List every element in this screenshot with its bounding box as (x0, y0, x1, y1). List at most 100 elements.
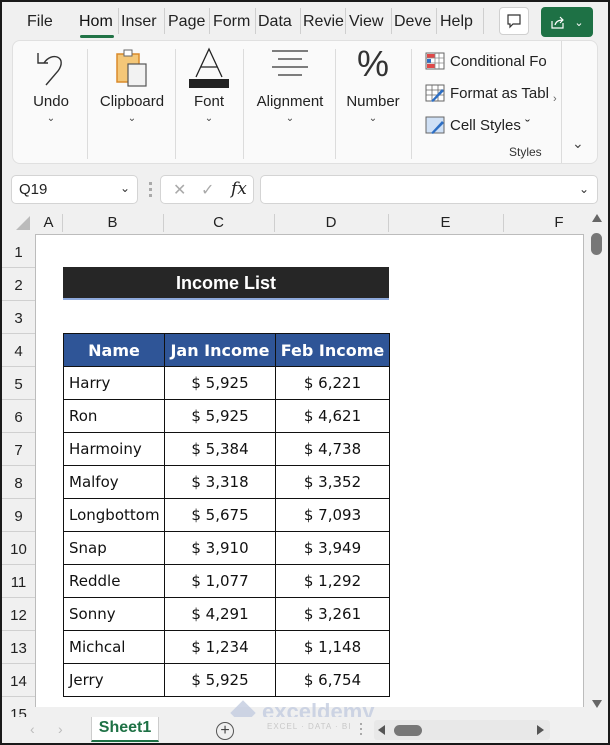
formula-bar-resize-handle[interactable] (149, 182, 152, 198)
cell-jan-income[interactable]: $ 1,077 (164, 564, 276, 598)
alignment-label: Alignment (256, 93, 324, 110)
column-header-a[interactable]: A (35, 212, 62, 234)
column-header-d[interactable]: D (274, 212, 388, 234)
tab-data[interactable]: Data (258, 12, 298, 32)
ribbon-scroll-right-icon[interactable]: › (553, 93, 557, 105)
cell-name[interactable]: Malfoy (63, 465, 165, 499)
horizontal-scroll-thumb[interactable] (394, 725, 422, 736)
cell-jan-income[interactable]: $ 5,384 (164, 432, 276, 466)
row-header-14[interactable]: 14 (2, 673, 35, 690)
cell-name[interactable]: Jerry (63, 663, 165, 697)
cell-name[interactable]: Longbottom (63, 498, 165, 532)
formula-input[interactable]: ⌄ (260, 175, 598, 204)
row-header-12[interactable]: 12 (2, 607, 35, 624)
cancel-icon[interactable]: ✕ (173, 180, 186, 200)
scroll-up-icon[interactable] (592, 214, 602, 222)
cell-jan-income[interactable]: $ 5,925 (164, 399, 276, 433)
cell-name[interactable]: Ron (63, 399, 165, 433)
row-header-3[interactable]: 3 (2, 310, 35, 327)
conditional-formatting-button[interactable]: Conditional Fo (425, 50, 549, 72)
cell-jan-income[interactable]: $ 3,910 (164, 531, 276, 565)
next-sheet-icon[interactable]: › (58, 721, 63, 737)
tab-view[interactable]: View (349, 12, 389, 32)
cell-name[interactable]: Reddle (63, 564, 165, 598)
number-button[interactable]: % Number ⌄ (339, 41, 407, 159)
tab-page-layout[interactable]: Page (168, 12, 208, 32)
row-header-2[interactable]: 2 (2, 277, 35, 294)
row-header-1[interactable]: 1 (2, 244, 35, 261)
tab-review[interactable]: Revie (303, 12, 345, 32)
format-as-table-button[interactable]: Format as Tabl (425, 82, 549, 104)
cell-feb-income[interactable]: $ 3,352 (275, 465, 390, 499)
header-name[interactable]: Name (63, 333, 165, 367)
tab-formulas[interactable]: Form (213, 12, 253, 32)
font-button[interactable]: Font ⌄ (179, 41, 239, 159)
header-feb-income[interactable]: Feb Income (275, 333, 390, 367)
cell-feb-income[interactable]: $ 6,754 (275, 663, 390, 697)
cell-jan-income[interactable]: $ 5,925 (164, 663, 276, 697)
scroll-right-icon[interactable] (537, 725, 544, 735)
name-box[interactable]: Q19 ⌄ (11, 175, 138, 204)
chevron-down-icon[interactable]: ⌄ (120, 181, 130, 195)
cell-feb-income[interactable]: $ 4,621 (275, 399, 390, 433)
chevron-down-icon[interactable]: ⌄ (579, 182, 589, 196)
row-header-9[interactable]: 9 (2, 508, 35, 525)
previous-sheet-icon[interactable]: ‹ (30, 721, 35, 737)
tab-insert[interactable]: Inser (121, 12, 163, 32)
alignment-button[interactable]: Alignment ⌄ (247, 41, 333, 159)
add-sheet-button[interactable]: + (216, 722, 234, 740)
expand-ribbon-icon[interactable]: ⌄ (572, 135, 584, 152)
cell-jan-income[interactable]: $ 5,675 (164, 498, 276, 532)
cell-name[interactable]: Michcal (63, 630, 165, 664)
vertical-scrollbar[interactable] (587, 210, 608, 715)
row-header-4[interactable]: 4 (2, 343, 35, 360)
column-header-b[interactable]: B (62, 212, 163, 234)
cell-feb-income[interactable]: $ 1,148 (275, 630, 390, 664)
insert-function-icon[interactable]: fx (231, 179, 247, 199)
cell-feb-income[interactable]: $ 3,261 (275, 597, 390, 631)
tab-help[interactable]: Help (440, 12, 480, 32)
row-header-7[interactable]: 7 (2, 442, 35, 459)
scroll-down-icon[interactable] (592, 700, 602, 708)
row-header-11[interactable]: 11 (2, 574, 35, 591)
cell-jan-income[interactable]: $ 1,234 (164, 630, 276, 664)
tab-developer[interactable]: Deve (394, 12, 434, 32)
vertical-scroll-thumb[interactable] (591, 233, 602, 255)
row-header-10[interactable]: 10 (2, 541, 35, 558)
cell-feb-income[interactable]: $ 4,738 (275, 432, 390, 466)
enter-icon[interactable]: ✓ (201, 180, 214, 200)
row-header-6[interactable]: 6 (2, 409, 35, 426)
cell-jan-income[interactable]: $ 4,291 (164, 597, 276, 631)
cell-feb-income[interactable]: $ 7,093 (275, 498, 390, 532)
share-button[interactable]: ⌄ (541, 7, 593, 37)
row-header-8[interactable]: 8 (2, 475, 35, 492)
cell-feb-income[interactable]: $ 3,949 (275, 531, 390, 565)
clipboard-button[interactable]: Clipboard ⌄ (91, 41, 173, 159)
cell-jan-income[interactable]: $ 5,925 (164, 366, 276, 400)
row-header-13[interactable]: 13 (2, 640, 35, 657)
tab-split-handle[interactable] (360, 723, 362, 737)
table-title[interactable]: Income List (63, 267, 389, 300)
scroll-left-icon[interactable] (378, 725, 385, 735)
comments-button[interactable] (499, 7, 529, 35)
horizontal-scrollbar[interactable] (374, 720, 550, 740)
table-row: Longbottom $ 5,675 $ 7,093 (63, 498, 390, 532)
row-header-5[interactable]: 5 (2, 376, 35, 393)
cell-jan-income[interactable]: $ 3,318 (164, 465, 276, 499)
cell-name[interactable]: Sonny (63, 597, 165, 631)
tab-home[interactable]: Hom (79, 12, 115, 32)
undo-button[interactable]: Undo ⌄ (21, 41, 81, 159)
cell-styles-button[interactable]: Cell Styles ˇ (425, 114, 549, 136)
cell-feb-income[interactable]: $ 1,292 (275, 564, 390, 598)
cell-feb-income[interactable]: $ 6,221 (275, 366, 390, 400)
cell-name[interactable]: Harry (63, 366, 165, 400)
select-all-corner[interactable] (16, 216, 30, 230)
cell-name[interactable]: Snap (63, 531, 165, 565)
sheet-tab-sheet1[interactable]: Sheet1 (91, 717, 159, 742)
tab-file[interactable]: File (27, 12, 55, 32)
header-jan-income[interactable]: Jan Income (164, 333, 276, 367)
cell-name[interactable]: Harmoiny (63, 432, 165, 466)
column-header-e[interactable]: E (388, 212, 503, 234)
column-header-c[interactable]: C (163, 212, 274, 234)
format-as-table-label: Format as Tabl (450, 84, 549, 102)
